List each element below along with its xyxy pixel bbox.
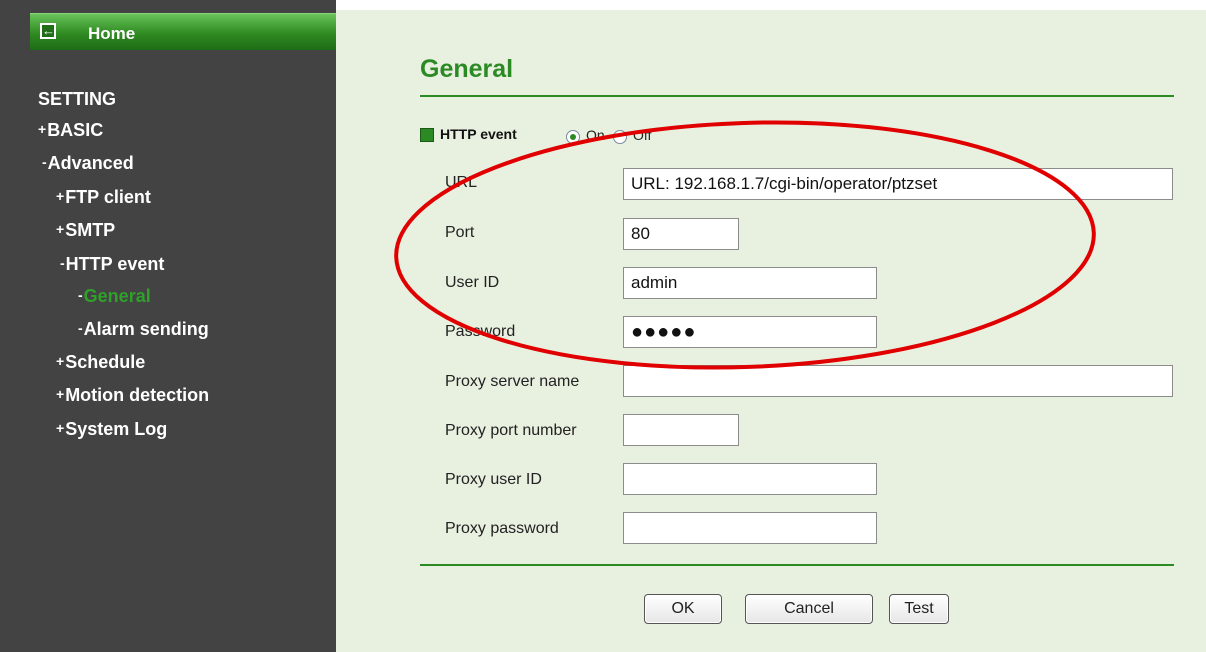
proxy-port-number-input[interactable] [623, 414, 739, 446]
cancel-button[interactable]: Cancel [745, 594, 873, 624]
url-input[interactable] [623, 168, 1173, 200]
main-content: General HTTP event On Off URL Port User … [336, 0, 1206, 652]
sidebar-item-general[interactable]: -General [78, 286, 151, 307]
title-divider [420, 95, 1174, 97]
port-input[interactable] [623, 218, 739, 250]
sidebar-item-ftp-client[interactable]: +FTP client [56, 187, 151, 208]
proxy-password-label: Proxy password [445, 520, 559, 537]
section-bullet-icon [420, 128, 434, 142]
http-event-on-label: On [586, 127, 605, 143]
password-input[interactable] [623, 316, 877, 348]
back-arrow-icon: ← [40, 23, 56, 39]
sidebar-item-http-event[interactable]: -HTTP event [60, 254, 164, 275]
ok-button[interactable]: OK [644, 594, 722, 624]
http-event-label: HTTP event [440, 126, 517, 142]
http-event-off-radio[interactable] [613, 130, 627, 144]
port-label: Port [445, 224, 475, 241]
top-strip [336, 0, 1206, 10]
http-event-off-label: Off [633, 127, 652, 143]
user-id-input[interactable] [623, 267, 877, 299]
proxy-user-id-label: Proxy user ID [445, 471, 542, 488]
sidebar-item-smtp[interactable]: +SMTP [56, 220, 115, 241]
proxy-password-input[interactable] [623, 512, 877, 544]
proxy-server-name-label: Proxy server name [445, 373, 580, 390]
proxy-server-name-input[interactable] [623, 365, 1173, 397]
sidebar-item-system-log[interactable]: +System Log [56, 419, 167, 440]
sidebar-item-basic[interactable]: +BASIC [38, 120, 103, 141]
proxy-port-number-label: Proxy port number [445, 422, 577, 439]
url-label: URL [445, 174, 478, 191]
page-title: General [420, 55, 514, 83]
home-button[interactable]: ← Home [30, 13, 336, 50]
sidebar: ← Home SETTING +BASIC -Advanced +FTP cli… [0, 0, 336, 652]
test-button[interactable]: Test [889, 594, 949, 624]
footer-divider [420, 564, 1174, 566]
sidebar-item-motion-detection[interactable]: +Motion detection [56, 385, 209, 406]
password-label: Password [445, 323, 516, 340]
proxy-user-id-input[interactable] [623, 463, 877, 495]
sidebar-heading-setting: SETTING [38, 89, 117, 109]
user-id-label: User ID [445, 274, 500, 291]
home-label: Home [88, 24, 136, 43]
sidebar-item-alarm-sending[interactable]: -Alarm sending [78, 319, 209, 340]
sidebar-item-advanced[interactable]: -Advanced [42, 153, 134, 174]
http-event-on-radio[interactable] [566, 130, 580, 144]
sidebar-item-schedule[interactable]: +Schedule [56, 352, 145, 373]
